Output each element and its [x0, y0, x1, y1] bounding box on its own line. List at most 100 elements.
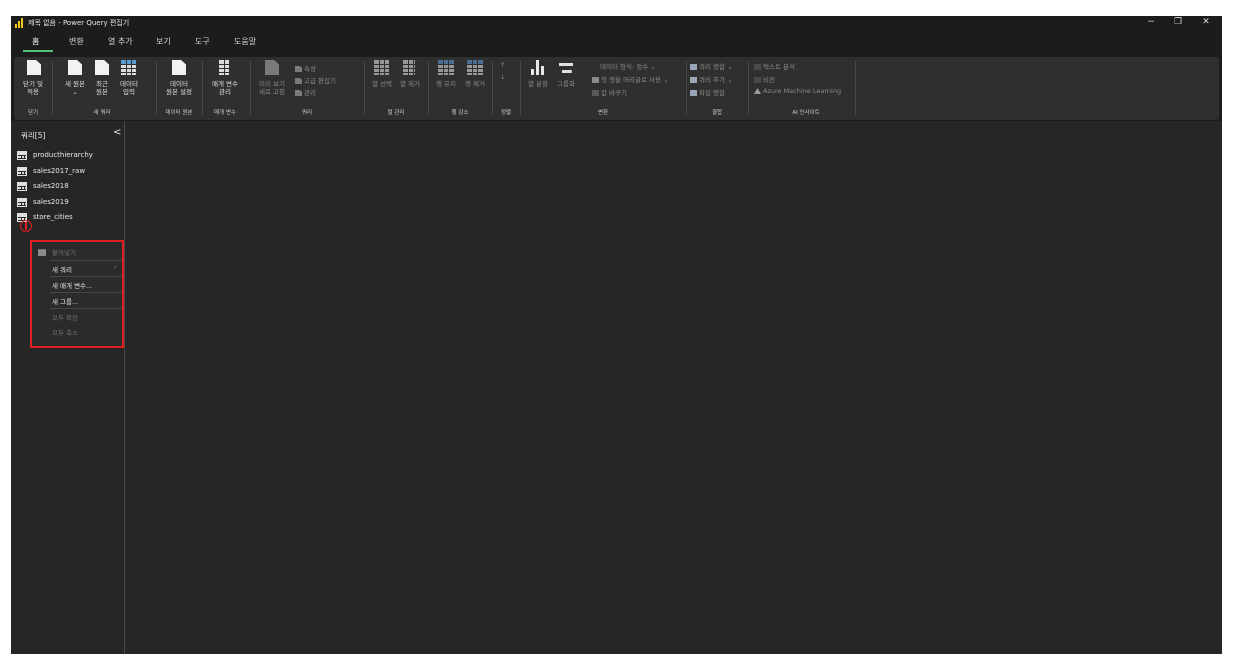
ribbon-separator — [428, 61, 429, 115]
new-source-label: 새 원본 — [64, 80, 86, 88]
recent-sources-label-1: 최근 — [96, 80, 108, 88]
query-item-store-cities[interactable]: store_cities — [17, 212, 117, 224]
group-label-data-sources: 데이터 원본 — [165, 110, 193, 116]
advanced-editor-label: 고급 편집기 — [304, 77, 336, 85]
azure-ml-button[interactable]: Azure Machine Learning — [754, 87, 841, 95]
header-row-icon — [592, 77, 599, 83]
group-reduce-rows: 행 유지 행 제거 행 감소 — [430, 57, 490, 120]
advanced-editor-icon — [295, 78, 302, 84]
text-analytics-icon — [754, 64, 761, 70]
collapse-pane-icon[interactable]: < — [113, 127, 121, 138]
menu-item-paste[interactable]: 붙여넣기 — [52, 247, 76, 257]
group-query: 미리 보기 새로 고침 속성 고급 편집기 관리 쿼리 — [252, 57, 362, 120]
combine-files-button[interactable]: 파일 병합 — [690, 87, 725, 97]
tab-transform[interactable]: 변환 — [69, 36, 84, 47]
choose-columns-label: 열 선택 — [371, 80, 393, 88]
eye-icon — [754, 77, 761, 83]
menu-item-new-query[interactable]: 새 쿼리 — [52, 264, 72, 274]
group-label-query: 쿼리 — [301, 110, 313, 116]
group-label-parameters: 매개 변수 — [214, 110, 236, 116]
ribbon-separator — [364, 61, 365, 115]
ribbon: 닫기 및 적용 닫기 새 원본 ⌄ 최근 원본 데이터 입력 새 쿼리 데이터 … — [11, 53, 1222, 121]
dropdown-caret-icon: ⌄ — [72, 88, 78, 96]
minimize-button[interactable]: − — [1141, 17, 1161, 27]
tab-home[interactable]: 홈 — [32, 36, 39, 47]
tab-add-column[interactable]: 열 추가 — [108, 36, 133, 47]
ribbon-tabs: 홈 변환 열 추가 보기 도구 도움말 — [11, 31, 1222, 53]
query-name: store_cities — [33, 213, 73, 221]
data-source-label-2: 원본 설정 — [166, 88, 192, 96]
query-item-sales2017-raw[interactable]: sales2017_raw — [17, 166, 117, 178]
query-name: producthierarchy — [33, 151, 93, 159]
ribbon-separator — [748, 61, 749, 115]
group-label-ai-insights: AI 인사이트 — [792, 110, 820, 116]
menu-item-expand-all[interactable]: 모두 확장 — [52, 312, 78, 322]
properties-icon — [295, 66, 302, 72]
tab-tools[interactable]: 도구 — [195, 36, 210, 47]
group-transform: 열 분할 그룹화 데이터 형식: 정수 ⌄ 첫 행을 머리글로 사용 ⌄ 값 바… — [522, 57, 684, 120]
query-item-producthierarchy[interactable]: producthierarchy — [17, 150, 117, 162]
close-apply-icon — [27, 60, 41, 75]
main-workspace — [125, 121, 1222, 654]
use-first-row-headers-button[interactable]: 첫 행을 머리글로 사용 ⌄ — [592, 74, 669, 84]
query-item-sales2019[interactable]: sales2019 — [17, 197, 117, 209]
manage-button[interactable]: 관리 — [295, 87, 316, 97]
query-name: sales2019 — [33, 198, 69, 206]
ribbon-separator — [52, 61, 53, 115]
parameters-label-2: 관리 — [219, 88, 231, 96]
group-label-manage-columns: 열 관리 — [387, 110, 405, 116]
refresh-preview-label-1: 미리 보기 — [259, 80, 285, 88]
vision-button[interactable]: 비전 — [754, 74, 775, 84]
keep-rows-label: 행 유지 — [435, 80, 457, 88]
recent-sources-label-2: 원본 — [96, 88, 108, 96]
menu-item-new-group[interactable]: 새 그룹... — [52, 296, 78, 306]
ribbon-separator — [520, 61, 521, 115]
manage-label: 관리 — [304, 89, 316, 97]
sort-ascending-icon[interactable]: ↑ — [500, 61, 505, 69]
paste-icon — [38, 249, 46, 256]
table-icon — [17, 151, 27, 160]
data-type-dropdown[interactable]: 데이터 형식: 정수 ⌄ — [600, 61, 656, 71]
sort-descending-icon[interactable]: ↓ — [500, 73, 505, 81]
advanced-editor-button[interactable]: 고급 편집기 — [295, 75, 336, 85]
merge-queries-icon — [690, 64, 697, 70]
group-label-reduce-rows: 행 감소 — [451, 110, 469, 116]
restore-button[interactable]: ❐ — [1168, 17, 1188, 27]
menu-item-collapse-all[interactable]: 모두 축소 — [52, 327, 78, 337]
group-close: 닫기 및 적용 닫기 — [14, 57, 50, 120]
enter-data-label-1: 데이터 — [120, 80, 138, 88]
close-button[interactable]: ✕ — [1196, 17, 1216, 27]
vision-label: 비전 — [763, 76, 775, 84]
split-column-label: 열 분할 — [527, 80, 549, 88]
tab-view[interactable]: 보기 — [156, 36, 171, 47]
power-query-window: 제목 없음 - Power Query 편집기 − ❐ ✕ 홈 변환 열 추가 … — [11, 16, 1222, 654]
text-analytics-label: 텍스트 분석 — [763, 63, 795, 71]
replace-values-label: 값 바꾸기 — [601, 89, 627, 97]
text-analytics-button[interactable]: 텍스트 분석 — [754, 61, 795, 71]
remove-columns-icon — [403, 60, 415, 75]
group-label-transform: 변환 — [597, 110, 609, 116]
append-queries-icon — [690, 77, 697, 83]
menu-separator — [50, 292, 122, 293]
query-name: sales2018 — [33, 182, 69, 190]
tab-help[interactable]: 도움말 — [234, 36, 256, 47]
query-item-sales2018[interactable]: sales2018 — [17, 181, 117, 193]
combine-files-label: 파일 병합 — [699, 89, 725, 97]
remove-rows-label: 행 제거 — [464, 80, 486, 88]
append-queries-button[interactable]: 쿼리 추가 ⌄ — [690, 74, 733, 84]
group-data-sources: 데이터 원본 설정 데이터 원본 — [158, 57, 200, 120]
replace-values-button[interactable]: 값 바꾸기 — [592, 87, 627, 97]
azure-ml-label: Azure Machine Learning — [763, 87, 842, 95]
merge-queries-button[interactable]: 쿼리 병합 ⌄ — [690, 61, 733, 71]
group-label-close: 닫기 — [27, 110, 39, 116]
menu-item-new-parameter[interactable]: 새 매개 변수... — [52, 280, 92, 290]
append-queries-label: 쿼리 추가 — [699, 76, 725, 84]
table-icon — [17, 167, 27, 176]
submenu-arrow-icon: › — [114, 264, 117, 271]
group-label-new-query: 새 쿼리 — [93, 110, 111, 116]
properties-button[interactable]: 속성 — [295, 63, 316, 73]
close-apply-label-1: 닫기 및 — [22, 80, 44, 88]
ribbon-separator — [156, 61, 157, 115]
parameters-icon — [219, 60, 230, 75]
split-column-icon — [531, 60, 545, 75]
